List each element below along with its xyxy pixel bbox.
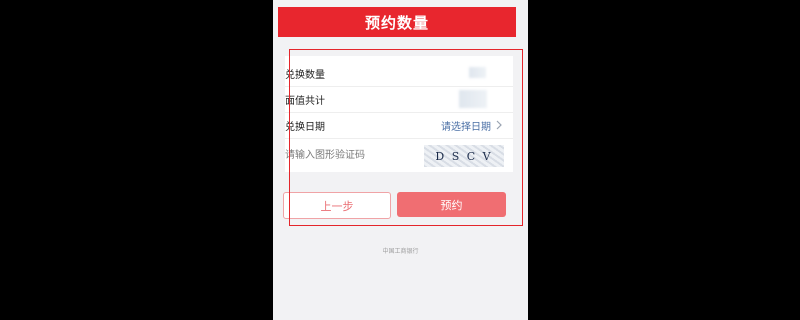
captcha-image[interactable]: D S C V — [424, 145, 504, 167]
exchange-quantity-value — [469, 67, 486, 78]
exchange-date-label: 兑换日期 — [285, 121, 325, 133]
page-title-text: 预约数量 — [364, 13, 429, 32]
total-value-value — [459, 90, 487, 108]
total-value-row: 面值共计 — [285, 86, 513, 113]
captcha-input[interactable] — [285, 142, 415, 168]
total-value-label: 面值共计 — [285, 95, 325, 107]
exchange-quantity-row: 兑换数量 — [285, 60, 513, 87]
previous-step-button[interactable]: 上一步 — [283, 192, 391, 219]
captcha-row: D S C V — [285, 142, 513, 168]
exchange-quantity-label: 兑换数量 — [285, 69, 325, 81]
captcha-code: D S C V — [435, 149, 493, 163]
reservation-form: 兑换数量 面值共计 兑换日期 请选择日期 D S C V — [285, 56, 513, 172]
exchange-date-row[interactable]: 兑换日期 请选择日期 — [285, 112, 513, 139]
page-title: 预约数量 — [278, 7, 516, 37]
chevron-right-icon — [496, 120, 502, 130]
phone-screen: 预约数量 兑换数量 面值共计 兑换日期 请选择日期 D S C V 上一步 预 — [273, 0, 528, 320]
exchange-date-select[interactable]: 请选择日期 — [441, 118, 491, 133]
reserve-label: 预约 — [440, 198, 463, 212]
previous-step-label: 上一步 — [320, 199, 354, 213]
bank-footer: 中国工商银行 — [382, 248, 419, 255]
reserve-button[interactable]: 预约 — [397, 192, 506, 217]
